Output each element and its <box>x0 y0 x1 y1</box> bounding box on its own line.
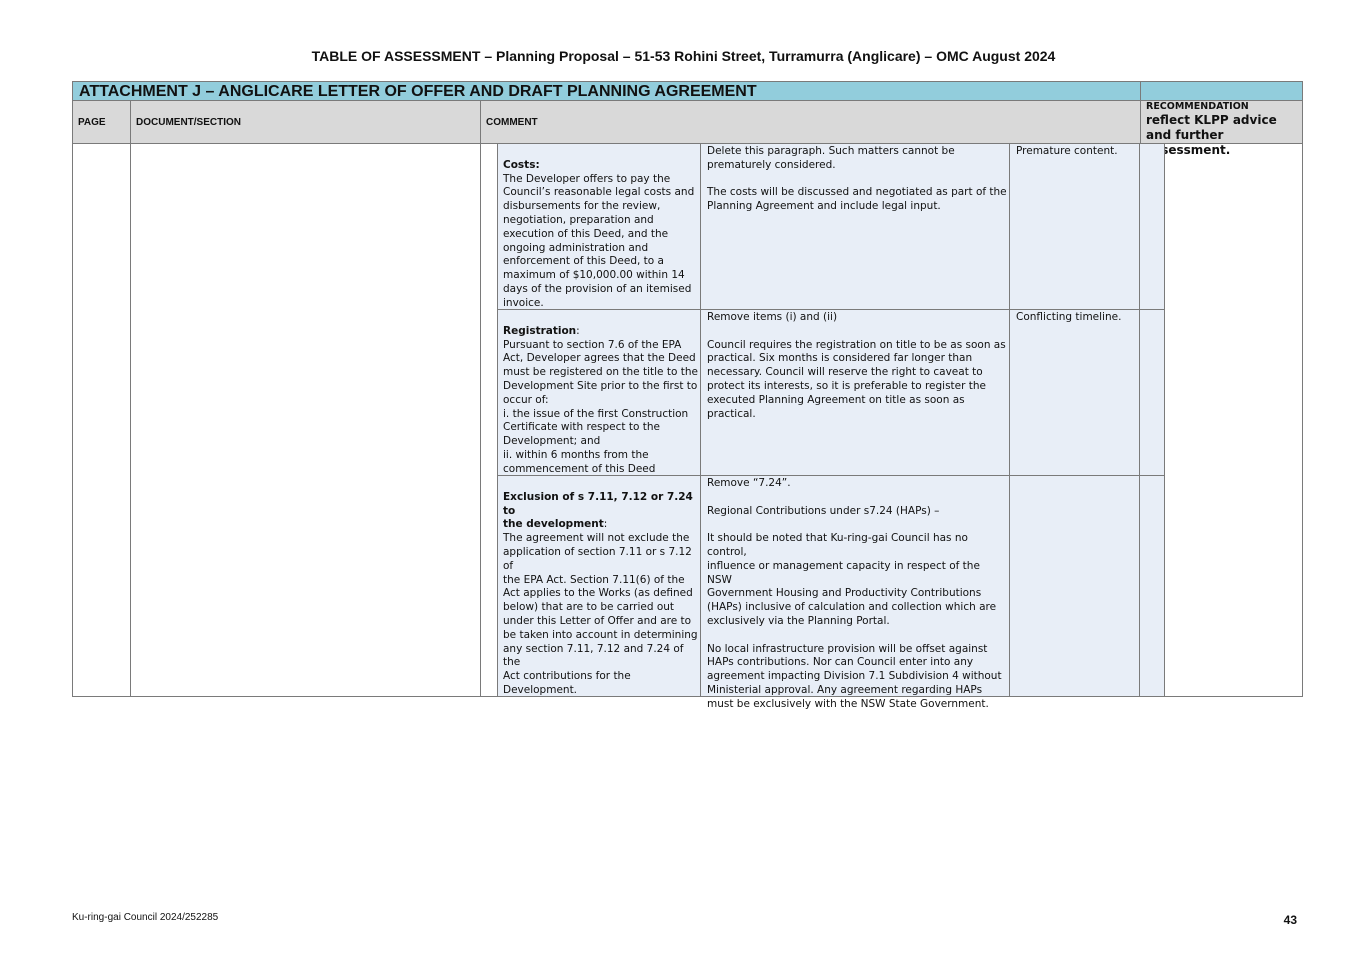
row-comment: Remove “7.24”. Regional Contributions un… <box>707 477 1002 710</box>
attachment-heading: ATTACHMENT J – ANGLICARE LETTER OF OFFER… <box>72 81 1140 101</box>
column-header-page: PAGE <box>78 116 106 128</box>
row-body: The agreement will not exclude the appli… <box>503 532 698 696</box>
row-heading-suffix: : <box>576 324 580 337</box>
divider <box>1009 144 1010 697</box>
column-header-document-section: DOCUMENT/SECTION <box>136 116 241 128</box>
column-header-recommendation: RECOMMENDATION <box>1146 101 1249 112</box>
row-heading: Costs: <box>503 158 540 171</box>
table-row: Exclusion of s 7.11, 7.12 or 7.24 to the… <box>503 477 698 698</box>
row-body: Pursuant to section 7.6 of the EPA Act, … <box>503 338 698 475</box>
row-comment: Remove items (i) and (ii) Council requir… <box>707 311 1006 420</box>
row-body: The Developer offers to pay the Council’… <box>503 172 695 309</box>
footer-reference: Ku-ring-gai Council 2024/252285 <box>72 912 219 923</box>
divider <box>130 100 131 697</box>
row-heading: Exclusion of s 7.11, 7.12 or 7.24 to the… <box>503 490 693 531</box>
table-row: Registration: Pursuant to section 7.6 of … <box>503 311 698 477</box>
page-title: TABLE OF ASSESSMENT – Planning Proposal … <box>311 48 1056 64</box>
divider <box>480 100 481 697</box>
divider <box>1140 100 1141 144</box>
row-heading: Registration <box>503 324 577 337</box>
row-heading-suffix: : <box>603 518 608 531</box>
attachment-heading-right-cell <box>1140 81 1303 101</box>
row-reason: Premature content. <box>1016 145 1118 157</box>
divider <box>1164 144 1165 697</box>
page-number: 43 <box>1283 913 1297 927</box>
row-reason: Conflicting timeline. <box>1016 311 1122 323</box>
row-comment: Delete this paragraph. Such matters cann… <box>707 145 1007 213</box>
column-header-comment: COMMENT <box>486 116 538 128</box>
divider <box>1139 144 1140 697</box>
divider <box>700 144 701 697</box>
divider <box>497 144 498 697</box>
table-row: Costs: The Developer offers to pay the Co… <box>503 145 698 311</box>
